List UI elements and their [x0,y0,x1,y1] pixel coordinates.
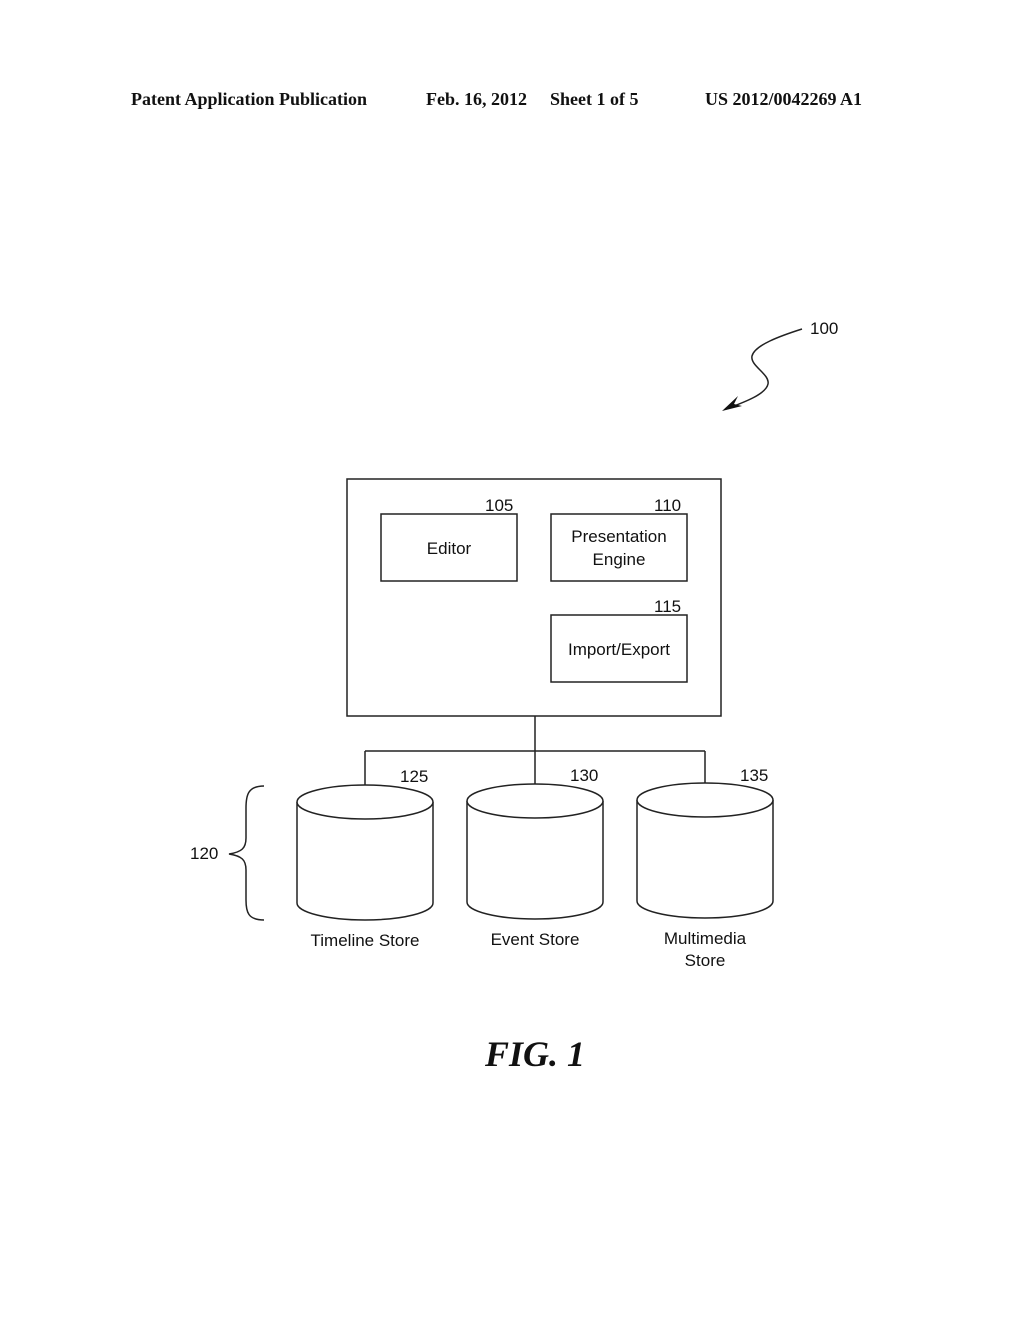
store-label-line-1: Multimedia [664,929,747,948]
store-label: Timeline Store [311,931,420,950]
store-label-line-2: Store [685,951,726,970]
component-label-line-2: Engine [593,550,646,569]
cylinder-top [466,783,604,819]
figure-label: FIG. 1 [484,1034,585,1074]
store-multimedia: 135 Multimedia Store [636,766,774,970]
cylinder-top [296,784,434,820]
store-event: 130 Event Store [466,766,604,949]
component-ref: 115 [654,597,681,616]
store-label: Event Store [491,930,580,949]
component-ref: 105 [485,496,513,515]
store-timeline: 125 Timeline Store [296,767,434,950]
component-ref: 110 [654,496,681,515]
component-box [550,513,688,582]
store-ref: 130 [570,766,598,785]
component-label: Import/Export [568,640,670,659]
storage-group-brace [228,785,265,921]
system-diagram: 100 105 Editor 110 Presentation Engine 1… [190,319,838,1074]
system-ref-label: 100 [810,319,838,338]
cylinder-top [636,782,774,818]
storage-group-ref: 120 [190,844,218,863]
store-ref: 135 [740,766,768,785]
store-ref: 125 [400,767,428,786]
component-label-line-1: Presentation [571,527,666,546]
component-label: Editor [427,539,472,558]
